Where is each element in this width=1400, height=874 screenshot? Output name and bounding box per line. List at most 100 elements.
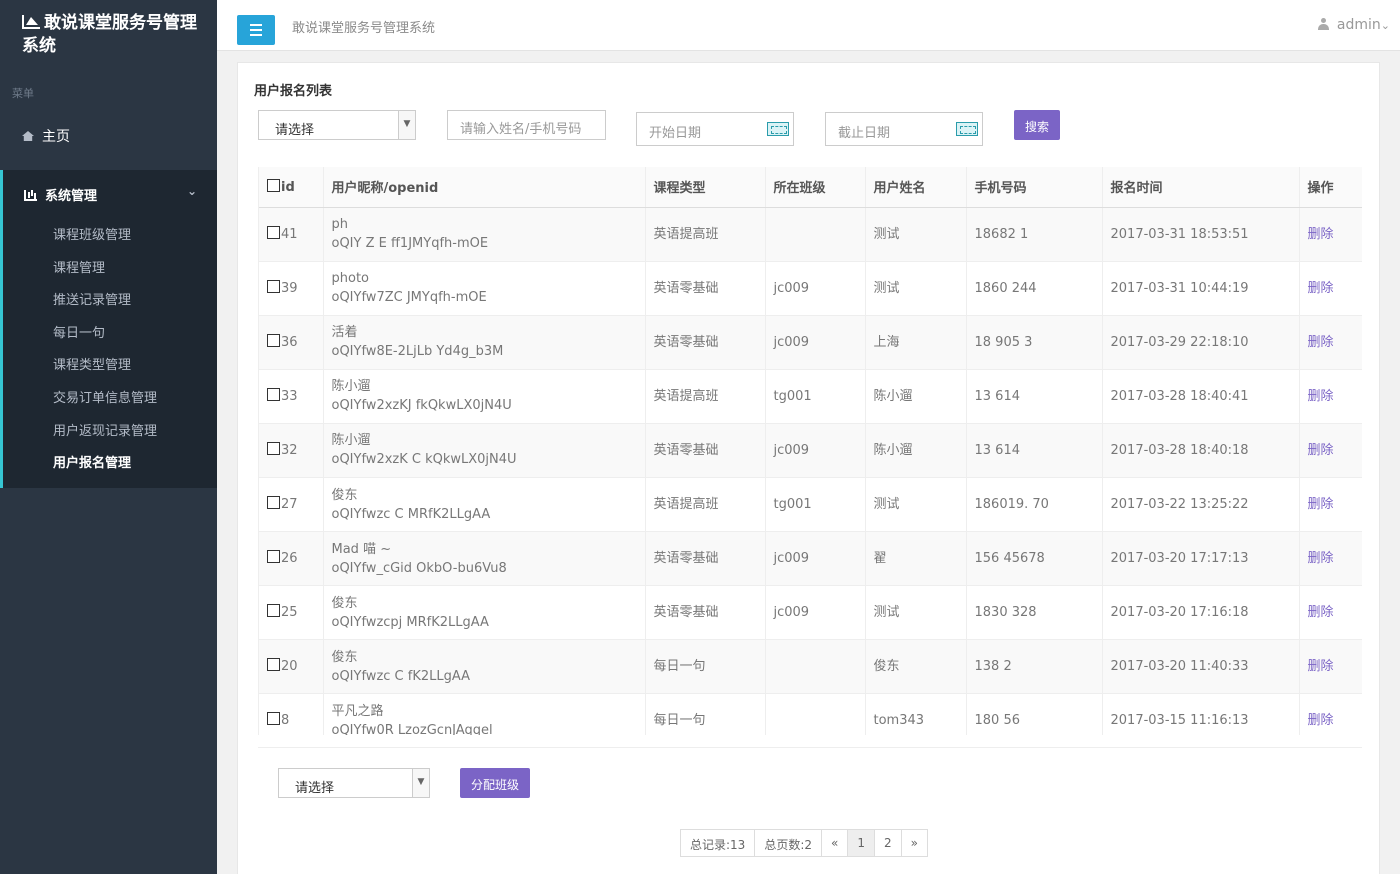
cell-id: 26: [259, 531, 324, 587]
cell-id: 36: [259, 315, 324, 370]
search-button[interactable]: 搜索: [1014, 110, 1060, 140]
sidebar-item-course[interactable]: 课程管理: [3, 249, 217, 282]
delete-link[interactable]: 删除: [1308, 605, 1334, 620]
cell-nick: ph oQIY Z E ff1JMYqfh-mOE: [323, 207, 646, 262]
row-checkbox[interactable]: [267, 550, 280, 564]
row-checkbox[interactable]: [267, 279, 280, 293]
area-chart-icon: [22, 15, 40, 29]
prev-page-button[interactable]: «: [822, 830, 849, 856]
cell-op: 删除: [1299, 477, 1362, 533]
cell-op: 删除: [1299, 531, 1362, 587]
page-2-button[interactable]: 2: [875, 830, 902, 856]
cell-phone: 138 2: [966, 639, 1103, 695]
row-nickname: 平凡之路: [331, 703, 384, 719]
page-1-button[interactable]: 1: [848, 830, 875, 856]
calendar-icon[interactable]: [956, 122, 978, 136]
delete-link[interactable]: 删除: [1308, 713, 1334, 728]
cell-course: 英语零基础: [645, 531, 766, 587]
nav-home[interactable]: 主页: [0, 112, 217, 154]
row-nickname: Mad 喵 ~: [331, 541, 392, 557]
search-input-placeholder: 请输入姓名/手机号码: [460, 122, 582, 137]
select-all-checkbox[interactable]: [267, 178, 280, 192]
cell-time: 2017-03-28 18:40:18: [1102, 423, 1300, 478]
brand-title: 敢说课堂服务号管理系统: [22, 13, 197, 56]
delete-link[interactable]: 删除: [1308, 281, 1334, 296]
cell-nick: 陈小遛 oQIYfw2xzK C kQkwLX0jN4U: [323, 423, 646, 478]
cell-name: 陈小遛: [865, 369, 967, 424]
cell-course: 英语零基础: [645, 423, 766, 478]
delete-link[interactable]: 删除: [1308, 335, 1334, 350]
sidebar-item-cashback[interactable]: 用户返现记录管理: [3, 412, 217, 445]
column-header-op: 操作: [1299, 167, 1362, 208]
sidebar-item-signup[interactable]: 用户报名管理: [3, 444, 217, 477]
cell-class: tg001: [765, 369, 866, 424]
end-date-placeholder: 截止日期: [838, 126, 891, 141]
cell-course: 英语提高班: [645, 477, 766, 533]
assign-class-button[interactable]: 分配班级: [460, 768, 530, 798]
row-nickname: ph: [331, 217, 349, 233]
delete-link[interactable]: 删除: [1308, 389, 1334, 404]
sidebar-item-orders[interactable]: 交易订单信息管理: [3, 379, 217, 412]
cell-id: 32: [259, 423, 324, 478]
assign-class-select[interactable]: 请选择 ▼: [278, 768, 430, 798]
cell-op: 删除: [1299, 207, 1362, 262]
row-openid: oQIYfwzcpj MRfK2LLgAA: [331, 614, 489, 630]
search-input[interactable]: 请输入姓名/手机号码: [447, 110, 606, 140]
row-openid: oQIYfw0R LzozGcnJAqqel: [331, 722, 493, 735]
user-menu[interactable]: admin⌄: [1317, 17, 1390, 33]
menu-toggle-button[interactable]: [237, 15, 275, 45]
row-checkbox[interactable]: [267, 604, 280, 618]
column-header-time: 报名时间: [1102, 167, 1300, 208]
end-date-input[interactable]: 截止日期: [825, 112, 983, 146]
assign-select-value: 请选择: [295, 781, 335, 796]
row-id: 41: [281, 226, 298, 242]
start-date-input[interactable]: 开始日期: [636, 112, 794, 146]
user-icon: [1317, 18, 1329, 30]
row-checkbox[interactable]: [267, 496, 280, 510]
total-pages: 总页数:2: [755, 830, 823, 856]
calendar-icon[interactable]: [767, 122, 789, 136]
delete-link[interactable]: 删除: [1308, 443, 1334, 458]
nav-group-label: 系统管理: [45, 189, 98, 204]
delete-link[interactable]: 删除: [1308, 497, 1334, 512]
sidebar-item-course-type[interactable]: 课程类型管理: [3, 346, 217, 379]
table-row: 20 俊东 oQIYfwzc C fK2LLgAA 每日一句 俊东 138 2 2017-0…: [259, 639, 1362, 695]
column-header-nick: 用户昵称/openid: [323, 167, 646, 208]
cell-op: 删除: [1299, 639, 1362, 695]
nav-home-label: 主页: [42, 129, 70, 145]
cell-time: 2017-03-31 10:44:19: [1102, 261, 1300, 316]
cell-name: tom343: [865, 693, 967, 735]
cell-nick: 俊东 oQIYfwzc C fK2LLgAA: [323, 639, 646, 695]
sidebar-item-push[interactable]: 推送记录管理: [3, 281, 217, 314]
cell-phone: 180 56: [966, 693, 1103, 735]
cell-course: 英语零基础: [645, 315, 766, 370]
filter-select[interactable]: 请选择 ▼: [258, 110, 416, 140]
pagination: 总记录:13 总页数:2 « 1 2 »: [680, 829, 928, 857]
delete-link[interactable]: 删除: [1308, 227, 1334, 242]
cell-name: 上海: [865, 315, 967, 370]
row-checkbox[interactable]: [267, 225, 280, 239]
row-checkbox[interactable]: [267, 658, 280, 672]
cell-phone: 18 905 3: [966, 315, 1103, 370]
cell-time: 2017-03-28 18:40:41: [1102, 369, 1300, 424]
nav-group-system-header[interactable]: 系统管理 ⌄: [3, 170, 217, 216]
cell-nick: 平凡之路 oQIYfw0R LzozGcnJAqqel: [323, 693, 646, 735]
delete-link[interactable]: 删除: [1308, 551, 1334, 566]
divider: [258, 747, 1362, 748]
cell-nick: 俊东 oQIYfwzcpj MRfK2LLgAA: [323, 585, 646, 641]
row-checkbox[interactable]: [267, 387, 280, 401]
table-row: 8 平凡之路 oQIYfw0R LzozGcnJAqqel 每日一句 tom343 180…: [259, 693, 1362, 735]
row-nickname: photo: [331, 271, 370, 287]
row-checkbox[interactable]: [267, 712, 280, 726]
sidebar-item-class[interactable]: 课程班级管理: [3, 216, 217, 249]
table-row: 36 活着 oQIYfw8E-2LjLb Yd4g_b3M 英语零基础 jc009 上海 1…: [259, 315, 1362, 370]
row-checkbox[interactable]: [267, 441, 280, 455]
delete-link[interactable]: 删除: [1308, 659, 1334, 674]
cell-phone: 13 614: [966, 369, 1103, 424]
cell-time: 2017-03-15 11:16:13: [1102, 693, 1300, 735]
cell-id: 33: [259, 369, 324, 424]
row-checkbox[interactable]: [267, 333, 280, 347]
cell-id: 25: [259, 585, 324, 641]
sidebar-item-daily[interactable]: 每日一句: [3, 314, 217, 347]
next-page-button[interactable]: »: [902, 830, 927, 856]
